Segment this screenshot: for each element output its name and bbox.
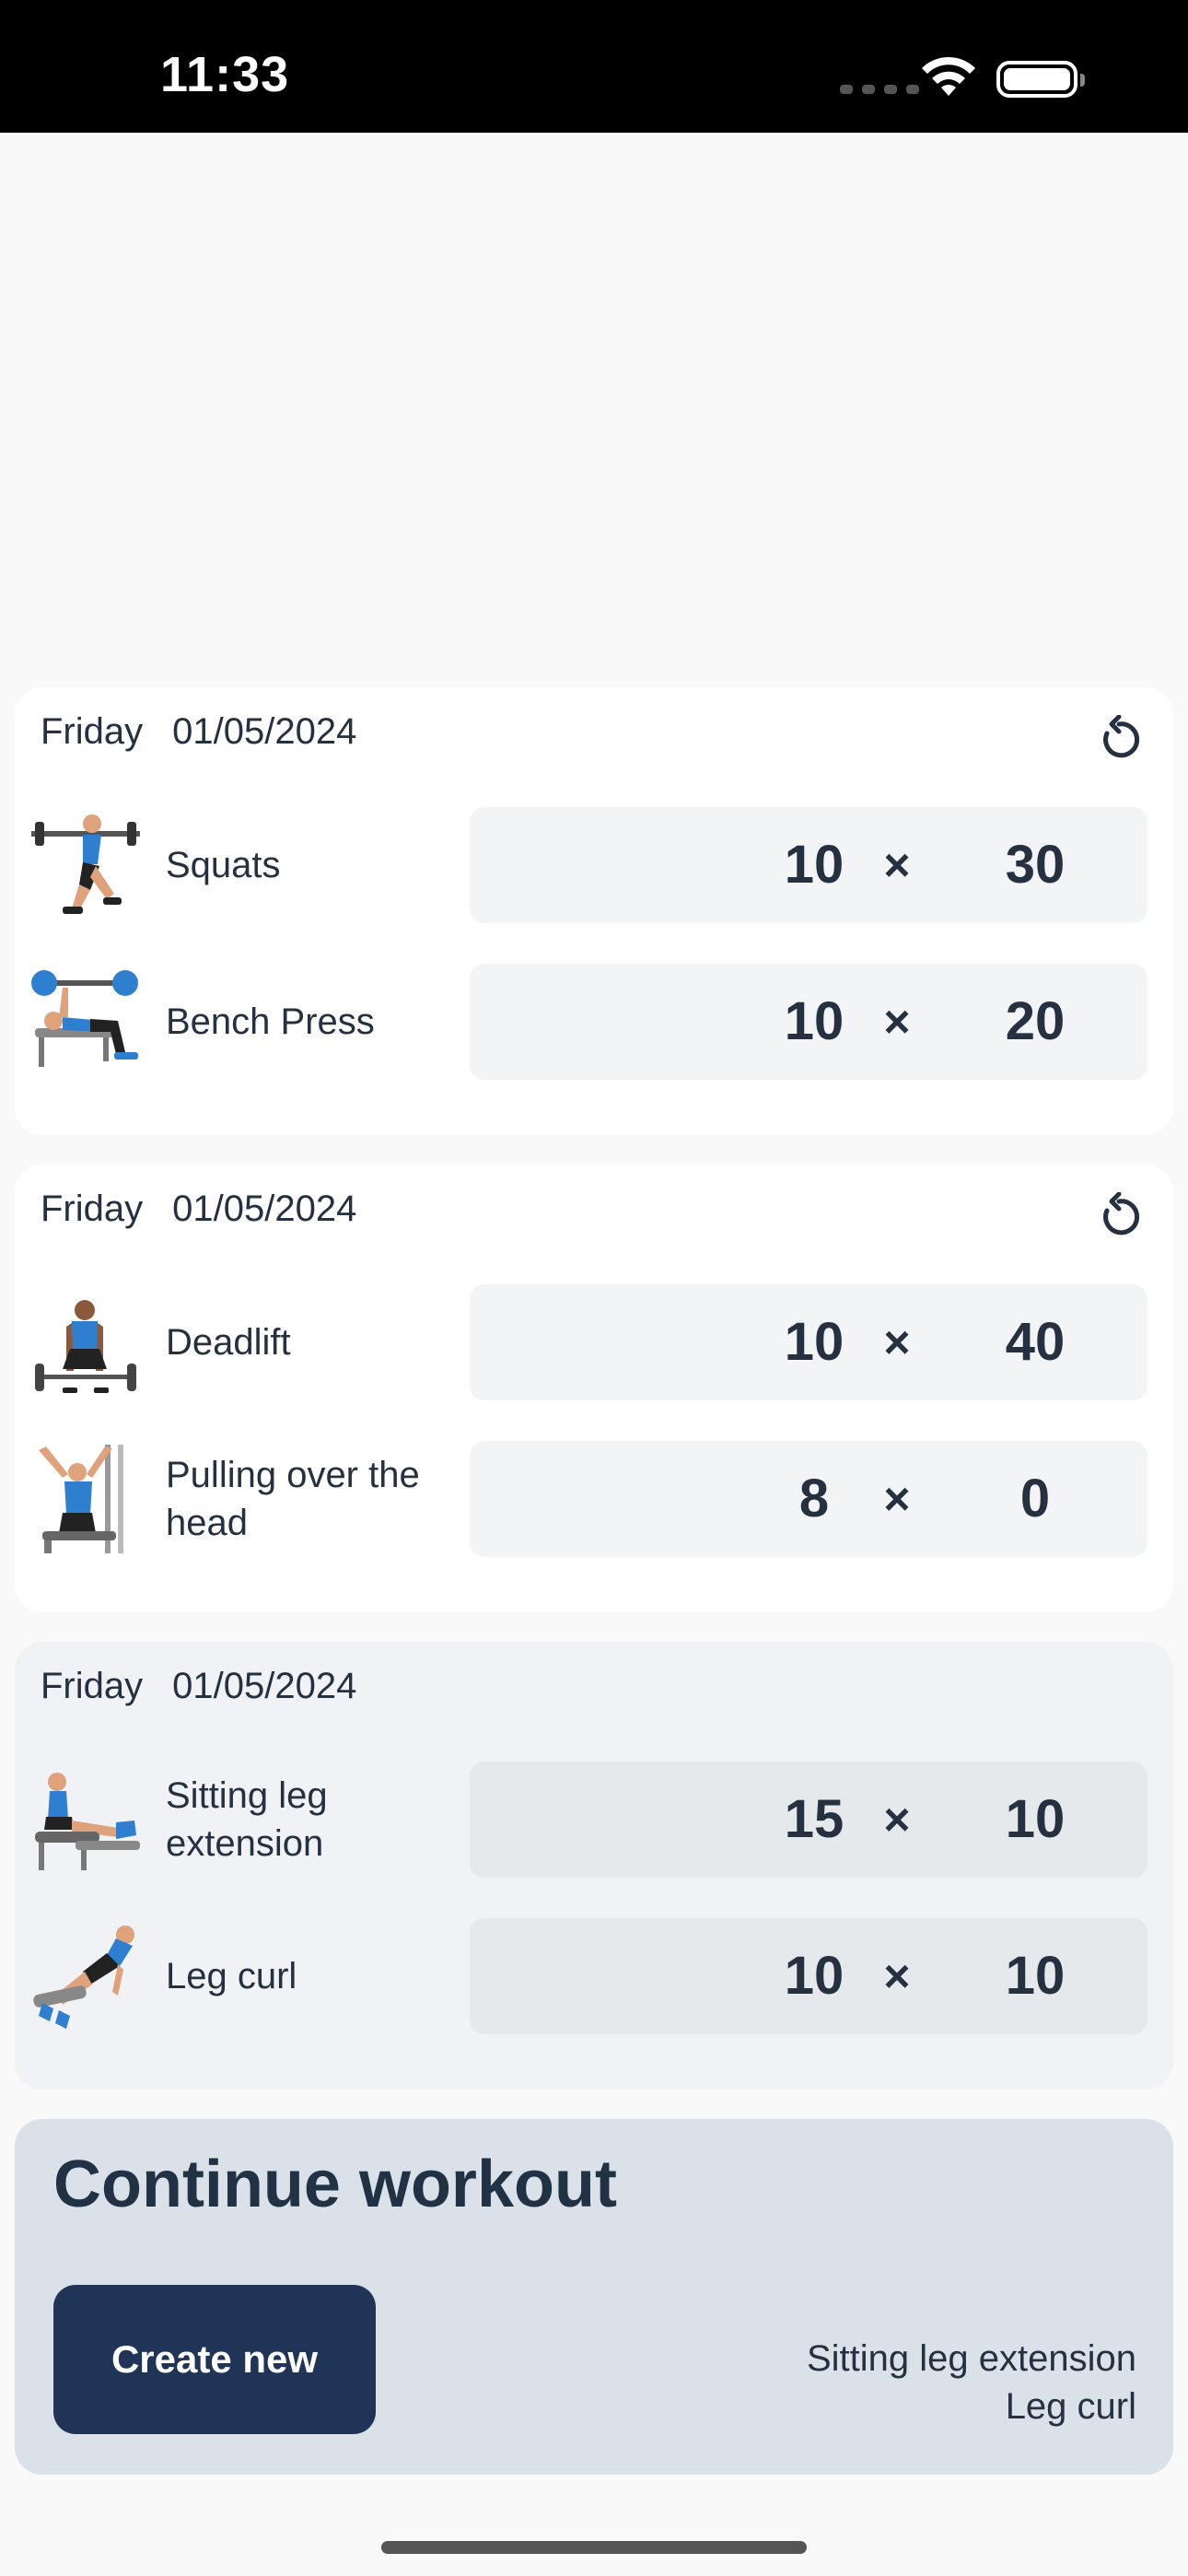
times-symbol: × xyxy=(883,1794,911,1845)
times-symbol: × xyxy=(883,1950,911,2002)
leg-curl-figure-icon xyxy=(33,1926,134,2029)
workout-card[interactable]: Friday 01/05/2024 Squats 10 × 30 Bench P… xyxy=(15,687,1173,1135)
exercise-name: Sitting leg extension xyxy=(166,1775,328,1864)
times-symbol: × xyxy=(883,996,911,1048)
workout-day: Friday xyxy=(41,1188,144,1229)
reps-value[interactable]: 10 xyxy=(750,1918,879,2034)
exercise-row[interactable]: Sitting leg extension 15 × 10 xyxy=(15,1762,1173,1878)
exercise-row[interactable]: Squats 10 × 30 xyxy=(15,807,1173,923)
reps-value[interactable]: 8 xyxy=(750,1441,879,1557)
exercise-name: Bench Press xyxy=(166,1001,375,1042)
pulldown-figure-icon xyxy=(39,1445,123,1553)
continue-workout-title: Continue workout xyxy=(53,2148,617,2221)
workout-date: 01/05/2024 xyxy=(172,711,357,752)
weight-value[interactable]: 0 xyxy=(971,1441,1100,1557)
workout-header: Friday 01/05/2024 xyxy=(41,711,356,753)
battery-icon xyxy=(996,61,1085,98)
workout-card[interactable]: Friday 01/05/2024 Deadlift 10 × 40 Pulli… xyxy=(15,1165,1173,1612)
exercise-name: Deadlift xyxy=(166,1322,291,1363)
continue-exercise-item: Sitting leg extension xyxy=(806,2338,1136,2379)
set-field[interactable]: 10 × 30 xyxy=(470,807,1147,923)
set-field[interactable]: 15 × 10 xyxy=(470,1762,1147,1878)
reps-value[interactable]: 10 xyxy=(750,1284,879,1400)
exercise-row[interactable]: Bench Press 10 × 20 xyxy=(15,964,1173,1080)
weight-value[interactable]: 40 xyxy=(971,1284,1100,1400)
workout-date: 01/05/2024 xyxy=(172,1666,357,1706)
times-symbol: × xyxy=(883,1473,911,1525)
continue-workout-panel[interactable]: Continue workout Create new Sitting leg … xyxy=(15,2119,1173,2475)
bench-press-figure-icon xyxy=(31,970,138,1067)
weight-value[interactable]: 20 xyxy=(971,964,1100,1080)
cellular-signal-icon xyxy=(840,85,919,94)
exercise-row[interactable]: Pulling over the head 8 × 0 xyxy=(15,1441,1173,1557)
exercise-row[interactable]: Leg curl 10 × 10 xyxy=(15,1918,1173,2034)
wifi-icon xyxy=(922,56,975,96)
set-field[interactable]: 10 × 10 xyxy=(470,1918,1147,2034)
home-indicator[interactable] xyxy=(381,2541,807,2554)
leg-extension-figure-icon xyxy=(35,1773,140,1870)
exercise-name: Pulling over the head xyxy=(166,1455,420,1543)
reps-value[interactable]: 10 xyxy=(750,964,879,1080)
workout-header: Friday 01/05/2024 xyxy=(41,1666,356,1707)
workout-day: Friday xyxy=(41,711,144,752)
reset-icon[interactable] xyxy=(1094,1192,1144,1242)
workout-date: 01/05/2024 xyxy=(172,1188,357,1229)
set-field[interactable]: 8 × 0 xyxy=(470,1441,1147,1557)
squat-figure-icon xyxy=(31,814,140,914)
deadlift-figure-icon xyxy=(35,1300,136,1393)
set-field[interactable]: 10 × 20 xyxy=(470,964,1147,1080)
continue-exercise-item: Leg curl xyxy=(1005,2386,1136,2427)
workout-card-active[interactable]: Friday 01/05/2024 Sitting leg extension … xyxy=(15,1642,1173,2090)
weight-value[interactable]: 30 xyxy=(971,807,1100,923)
status-time: 11:33 xyxy=(160,47,290,102)
exercise-name: Squats xyxy=(166,845,281,885)
set-field[interactable]: 10 × 40 xyxy=(470,1284,1147,1400)
times-symbol: × xyxy=(883,839,911,891)
reps-value[interactable]: 10 xyxy=(750,807,879,923)
exercise-row[interactable]: Deadlift 10 × 40 xyxy=(15,1284,1173,1400)
status-bar: 11:33 xyxy=(0,0,1188,133)
reset-icon[interactable] xyxy=(1094,715,1144,765)
continue-exercise-list[interactable]: Sitting leg extension Leg curl xyxy=(807,2335,1136,2430)
exercise-name: Leg curl xyxy=(166,1956,297,1996)
weight-value[interactable]: 10 xyxy=(971,1918,1100,2034)
weight-value[interactable]: 10 xyxy=(971,1762,1100,1878)
workout-day: Friday xyxy=(41,1666,144,1706)
reps-value[interactable]: 15 xyxy=(750,1762,879,1878)
times-symbol: × xyxy=(883,1317,911,1368)
create-new-button[interactable]: Create new xyxy=(53,2285,376,2434)
workout-header: Friday 01/05/2024 xyxy=(41,1188,356,1230)
